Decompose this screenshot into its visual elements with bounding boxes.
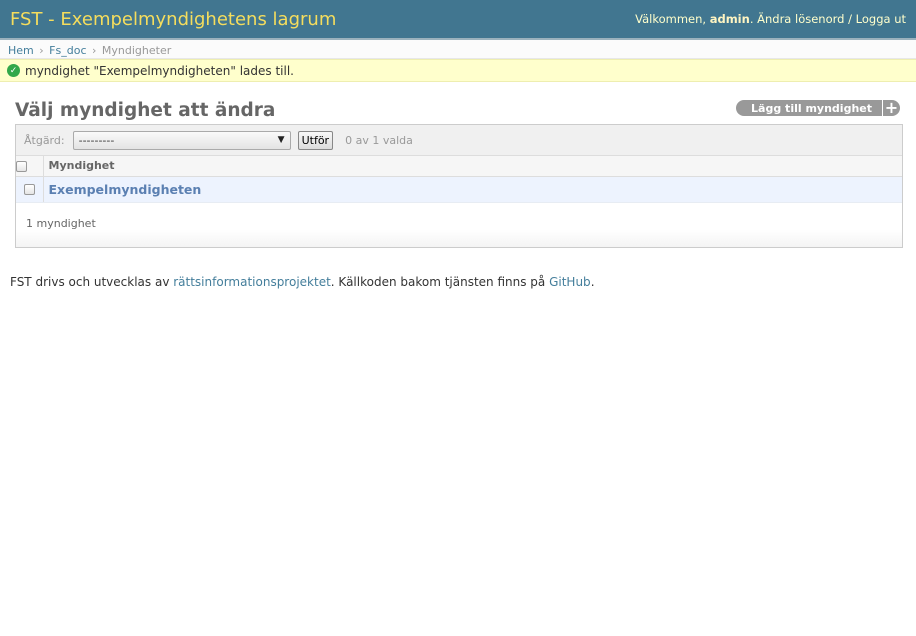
check-circle-icon: ✓ — [7, 64, 20, 77]
column-header-myndighet[interactable]: Myndighet — [43, 156, 902, 177]
main-content: Välj myndighet att ändra Lägg till myndi… — [0, 82, 916, 248]
go-button[interactable]: Utför — [297, 130, 334, 150]
footer-text: . — [590, 274, 595, 289]
table-row: Exempelmyndigheten — [16, 176, 902, 203]
username: admin — [709, 12, 750, 26]
user-tools: Välkommen, admin. Ändra lösenord / Logga… — [635, 12, 906, 26]
site-title: FST - Exempelmyndighetens lagrum — [10, 8, 337, 30]
breadcrumb-app[interactable]: Fs_doc — [49, 44, 86, 57]
user-tools-separator: / — [848, 12, 852, 26]
actions-bar: Åtgärd: --------- ▼ Utför 0 av 1 valda — [16, 125, 902, 156]
welcome-text: Välkommen, — [635, 12, 707, 26]
breadcrumb-separator: › — [39, 44, 44, 57]
changelist: Åtgärd: --------- ▼ Utför 0 av 1 valda M… — [15, 124, 903, 248]
breadcrumb-home[interactable]: Hem — [8, 44, 34, 57]
row-select-cell — [16, 176, 44, 203]
row-link[interactable]: Exempelmyndigheten — [49, 182, 202, 197]
breadcrumb-current: Myndigheter — [101, 44, 172, 57]
change-password-link[interactable]: Ändra lösenord — [757, 12, 844, 26]
result-table: Myndighet Exempelmyndigheten — [16, 156, 902, 203]
chevron-down-icon: ▼ — [277, 135, 285, 145]
breadcrumb: Hem › Fs_doc › Myndigheter — [0, 40, 916, 59]
object-tools: Lägg till myndighet + — [736, 100, 900, 116]
action-select-value: --------- — [78, 133, 115, 147]
selection-counter: 0 av 1 valda — [345, 133, 413, 147]
plus-icon[interactable]: + — [882, 100, 900, 116]
action-select[interactable]: --------- ▼ — [72, 130, 291, 150]
paginator: 1 myndighet — [16, 202, 902, 247]
add-myndighet-button[interactable]: Lägg till myndighet — [736, 100, 882, 116]
footer: FST drivs och utvecklas av rättsinformat… — [0, 248, 916, 289]
success-message: ✓ myndighet "Exempelmyndigheten" lades t… — [0, 59, 916, 82]
row-checkbox[interactable] — [23, 184, 35, 195]
select-all-cell — [16, 156, 44, 177]
site-header: FST - Exempelmyndighetens lagrum Välkomm… — [0, 0, 916, 40]
table-header-row: Myndighet — [16, 156, 902, 177]
footer-link-project[interactable]: rättsinformationsprojektet — [173, 275, 331, 289]
footer-text: FST drivs och utvecklas av — [10, 274, 174, 289]
success-message-text: myndighet "Exempelmyndigheten" lades til… — [25, 63, 294, 78]
footer-link-github[interactable]: GitHub — [549, 275, 591, 289]
breadcrumb-separator: › — [92, 44, 97, 57]
select-all-checkbox[interactable] — [16, 160, 27, 172]
row-name-cell: Exempelmyndigheten — [43, 176, 902, 203]
footer-text: . Källkoden bakom tjänsten finns på — [330, 274, 550, 289]
action-label: Åtgärd: — [24, 133, 65, 147]
logout-link[interactable]: Logga ut — [856, 12, 906, 26]
